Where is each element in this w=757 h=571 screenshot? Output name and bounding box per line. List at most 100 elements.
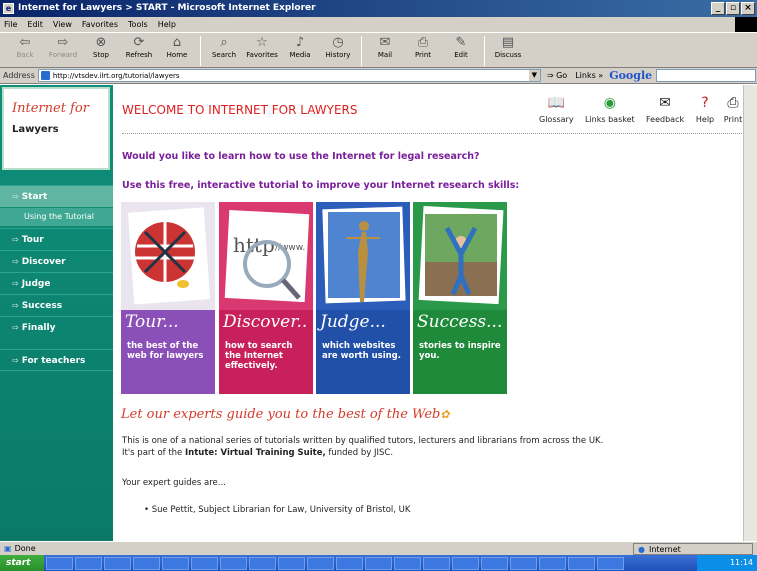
taskbar-item[interactable]	[162, 556, 189, 570]
menu-edit[interactable]: Edit	[27, 20, 43, 29]
menu-file[interactable]: File	[4, 20, 17, 29]
card-title: Judge...	[320, 312, 386, 332]
card-tour[interactable]: Tour... the best of the web for lawyers	[121, 202, 215, 394]
card-desc: stories to inspire you.	[419, 341, 501, 361]
sidebar-item-finally[interactable]: ⇨ Finally	[0, 316, 113, 338]
sidebar-item-tour[interactable]: ⇨ Tour	[0, 228, 113, 250]
taskbar-item[interactable]	[249, 556, 276, 570]
minimize-button[interactable]: _	[711, 2, 725, 15]
menu-help[interactable]: Help	[158, 20, 176, 29]
taskbar-item[interactable]	[336, 556, 363, 570]
maximize-button[interactable]: ▫	[726, 2, 740, 15]
menu-view[interactable]: View	[53, 20, 72, 29]
refresh-button[interactable]: ⟳ Refresh	[120, 33, 158, 59]
taskbar-item[interactable]	[597, 556, 624, 570]
taskbar-item[interactable]	[75, 556, 102, 570]
google-search-input[interactable]	[656, 69, 757, 82]
rosette-icon: ✿	[440, 408, 450, 421]
feedback-button[interactable]: ✉ Feedback	[646, 95, 684, 124]
mail-icon: ✉	[379, 35, 391, 50]
sidebar-item-judge[interactable]: ⇨ Judge	[0, 272, 113, 294]
taskbar-item[interactable]	[191, 556, 218, 570]
mail-label: Mail	[377, 51, 393, 59]
taskbar-item[interactable]	[452, 556, 479, 570]
help-button[interactable]: ? Help	[695, 95, 715, 124]
logo-line-1: Internet for	[12, 101, 89, 116]
discuss-label: Discuss	[494, 51, 522, 59]
taskbar-item[interactable]	[539, 556, 566, 570]
taskbar-item[interactable]	[46, 556, 73, 570]
print-label: Print	[723, 115, 743, 124]
guide-text-prefix: It's part of the	[122, 448, 185, 458]
menu-favorites[interactable]: Favorites	[82, 20, 118, 29]
arrow-icon: ⇨	[12, 257, 19, 266]
expert-guides-label: Your expert guides are...	[122, 478, 226, 488]
mail-button[interactable]: ✉ Mail	[366, 33, 404, 59]
system-tray: 11:14	[697, 555, 757, 571]
menu-bar: File Edit View Favorites Tools Help	[0, 17, 757, 32]
sidebar-item-label: Success	[21, 301, 63, 311]
vertical-scrollbar[interactable]	[743, 85, 757, 541]
print-button[interactable]: ⎙ Print	[404, 33, 442, 59]
links-basket-button[interactable]: ◉ Links basket	[585, 95, 635, 124]
intute-link[interactable]: Intute: Virtual Training Suite,	[185, 448, 326, 458]
logo-line-2: Lawyers	[12, 124, 59, 135]
taskbar-item[interactable]	[307, 556, 334, 570]
address-bar: Address http://vtsdev.ilrt.org/tutorial/…	[0, 68, 757, 84]
search-icon: ⌕	[220, 35, 228, 50]
taskbar-item[interactable]	[133, 556, 160, 570]
back-button[interactable]: ⇦ Back	[6, 33, 44, 59]
sidebar-item-discover[interactable]: ⇨ Discover	[0, 250, 113, 272]
taskbar-item[interactable]	[568, 556, 595, 570]
card-success[interactable]: Success... stories to inspire you.	[413, 202, 507, 394]
taskbar-item[interactable]	[104, 556, 131, 570]
guide-heading-text: Let our experts guide you to the best of…	[121, 407, 441, 422]
favorites-button[interactable]: ☆ Favorites	[243, 33, 281, 59]
intro-subtitle: Use this free, interactive tutorial to i…	[122, 180, 520, 191]
taskbar-item[interactable]	[423, 556, 450, 570]
go-button[interactable]: ⇒ Go	[547, 71, 567, 80]
card-judge[interactable]: Judge... which websites are worth using.	[316, 202, 410, 394]
refresh-icon: ⟳	[133, 35, 145, 50]
security-zone: ● Internet	[633, 543, 753, 555]
stop-button[interactable]: ⊗ Stop	[82, 33, 120, 59]
address-label: Address	[3, 71, 35, 80]
close-button[interactable]: ×	[741, 2, 755, 15]
history-label: History	[325, 51, 351, 59]
taskbar-item[interactable]	[510, 556, 537, 570]
taskbar-item[interactable]	[365, 556, 392, 570]
windows-logo-icon	[735, 17, 757, 32]
taskbar-item[interactable]	[220, 556, 247, 570]
home-button[interactable]: ⌂ Home	[158, 33, 196, 59]
card-desc: how to search the Internet effectively.	[225, 341, 293, 371]
print-page-button[interactable]: ⎙ Print	[723, 95, 743, 124]
taskbar-item[interactable]	[481, 556, 508, 570]
address-input[interactable]: http://vtsdev.ilrt.org/tutorial/lawyers …	[37, 69, 541, 82]
forward-button[interactable]: ⇨ Forward	[44, 33, 82, 59]
history-button[interactable]: ◷ History	[319, 33, 357, 59]
address-url: http://vtsdev.ilrt.org/tutorial/lawyers	[52, 71, 180, 80]
google-toolbar-logo[interactable]: Google	[609, 69, 652, 82]
links-button[interactable]: Links »	[575, 71, 603, 80]
card-title: Tour...	[125, 312, 179, 332]
card-title: Discover..	[223, 312, 308, 332]
clock: 11:14	[729, 558, 753, 567]
sidebar-item-success[interactable]: ⇨ Success	[0, 294, 113, 316]
sidebar-item-using-tutorial[interactable]: Using the Tutorial	[0, 208, 113, 226]
help-label: Help	[695, 115, 715, 124]
start-button[interactable]: start	[0, 555, 44, 571]
star-icon: ☆	[256, 35, 268, 50]
taskbar-item[interactable]	[394, 556, 421, 570]
site-logo[interactable]: Internet for Lawyers	[2, 87, 110, 170]
sidebar-item-start[interactable]: ⇨ Start	[0, 185, 113, 207]
sidebar-item-for-teachers[interactable]: ⇨ For teachers	[0, 349, 113, 371]
discuss-button[interactable]: ▤ Discuss	[489, 33, 527, 59]
chevron-down-icon[interactable]: ▼	[528, 70, 540, 81]
card-discover[interactable]: http //www. Discover.. how to search the…	[219, 202, 313, 394]
edit-button[interactable]: ✎ Edit	[442, 33, 480, 59]
menu-tools[interactable]: Tools	[128, 20, 148, 29]
glossary-button[interactable]: 📖 Glossary	[539, 95, 574, 124]
taskbar-item[interactable]	[278, 556, 305, 570]
search-button[interactable]: ⌕ Search	[205, 33, 243, 59]
media-button[interactable]: ♪ Media	[281, 33, 319, 59]
